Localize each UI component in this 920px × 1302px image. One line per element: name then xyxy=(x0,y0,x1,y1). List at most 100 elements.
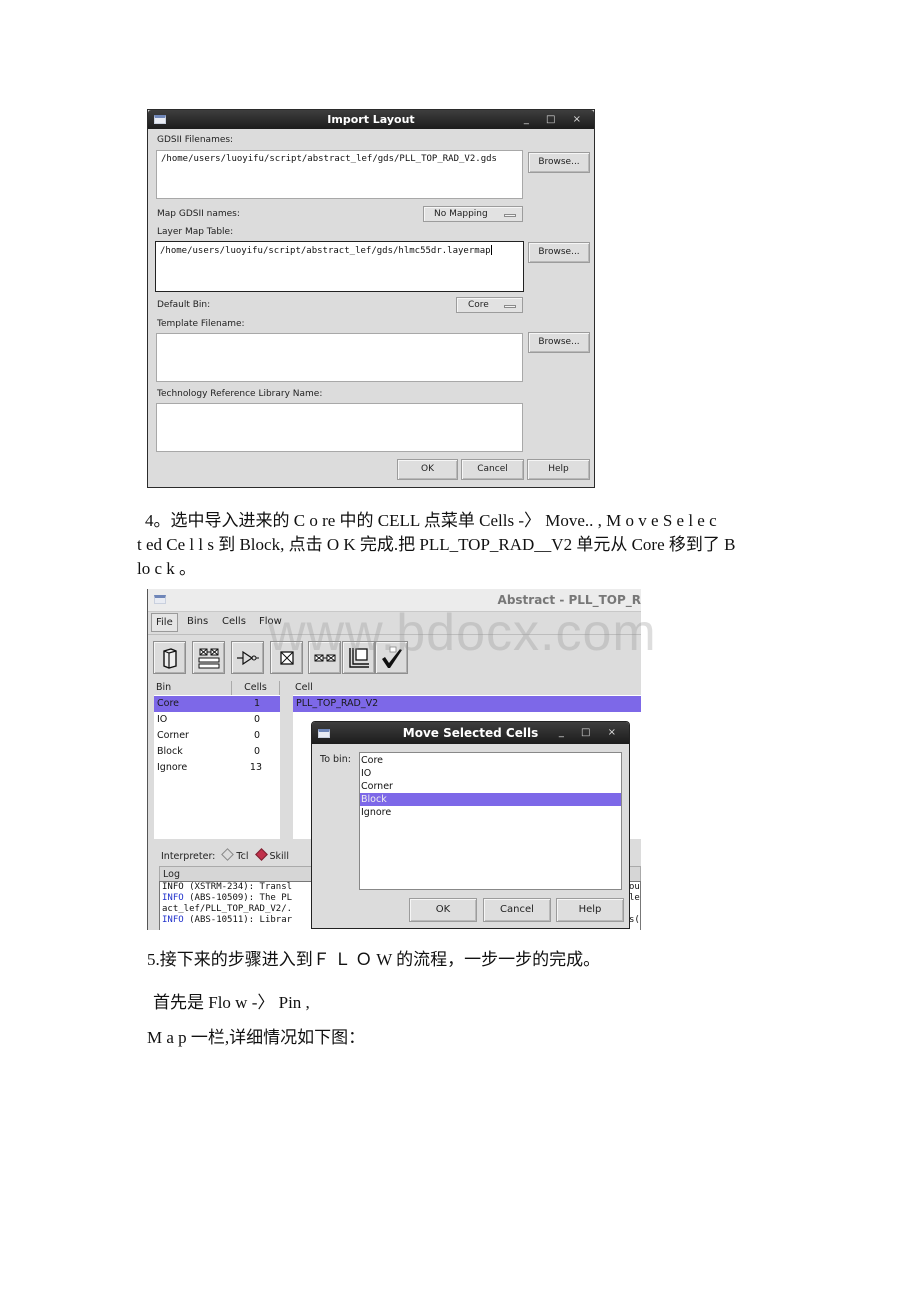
menu-cells[interactable]: Cells xyxy=(222,616,246,627)
cell-name: PLL_TOP_RAD_V2 xyxy=(296,698,379,709)
window-controls-icon[interactable]: _ □ × xyxy=(524,110,588,129)
option-menu-indicator-icon xyxy=(504,305,516,308)
template-filename-field[interactable] xyxy=(156,333,523,382)
bin-name: Corner xyxy=(157,730,189,741)
log-text: act_lef/PLL_TOP_RAD_V2/. xyxy=(162,904,293,914)
log-fragment: le xyxy=(629,893,640,903)
layer-map-table-field[interactable]: /home/users/luoyifu/script/abstract_lef/… xyxy=(155,241,524,292)
to-bin-option[interactable]: Corner xyxy=(360,780,621,793)
layout-icon[interactable] xyxy=(342,641,375,674)
window-menu-icon[interactable] xyxy=(154,115,166,124)
bin-cell-count: 0 xyxy=(253,730,260,741)
layer-map-browse-button[interactable]: Browse... xyxy=(528,242,590,263)
template-filename-label: Template Filename: xyxy=(157,319,245,329)
ok-button[interactable]: OK xyxy=(397,459,458,480)
to-bin-option[interactable]: IO xyxy=(360,767,621,780)
dialog-title: Move Selected Cells xyxy=(402,726,539,740)
window-controls-icon[interactable]: _ □ × xyxy=(559,722,623,744)
log-text: (XSTRM-234): Transl xyxy=(183,882,293,892)
map-line-text: M a p 一栏,详细情况如下图： xyxy=(147,1028,366,1047)
bin-name: Core xyxy=(157,698,179,709)
step4-text-line3: lo c k 。 xyxy=(137,559,197,578)
radio-skill-icon[interactable] xyxy=(254,848,268,861)
layer-map-table-label: Layer Map Table: xyxy=(157,227,234,237)
dialog-title: Import Layout xyxy=(327,113,415,126)
default-bin-label: Default Bin: xyxy=(157,300,211,310)
step4-text-line2: t ed Ce l l s 到 Block, 点击 O K 完成.把 PLL_T… xyxy=(137,535,736,554)
default-bin-select[interactable]: Core xyxy=(456,297,523,313)
bins-table-row[interactable]: Corner 0 xyxy=(154,728,280,744)
text-caret xyxy=(490,245,492,255)
gdsii-filenames-label: GDSII Filenames: xyxy=(157,135,234,145)
buffer-icon[interactable] xyxy=(231,641,264,674)
bin-cell-count: 1 xyxy=(253,698,260,709)
help-button[interactable]: Help xyxy=(527,459,590,480)
abstract-window-title: Abstract - PLL_TOP_R xyxy=(497,593,641,607)
step4-text-line1: 4。选中导入进来的 C o re 中的 CELL 点菜单 Cells -〉 Mo… xyxy=(145,511,717,530)
bin-cell-count: 0 xyxy=(253,714,260,725)
log-fragment: s( xyxy=(629,915,640,925)
interpreter-option-skill[interactable]: Skill xyxy=(270,851,289,862)
cancel-button[interactable]: Cancel xyxy=(483,898,551,922)
bin-cells-icon[interactable] xyxy=(192,641,225,674)
option-menu-indicator-icon xyxy=(504,214,516,217)
bin-cell-count: 13 xyxy=(249,762,262,773)
library-icon[interactable] xyxy=(153,641,186,674)
interpreter-option-tcl[interactable]: Tcl xyxy=(236,851,248,862)
move-selected-cells-dialog: Move Selected Cells _ □ × To bin: Core I… xyxy=(311,721,630,929)
flow-pin-text: 首先是 Flo w -〉 Pin , xyxy=(153,993,310,1012)
to-bin-listbox[interactable]: Core IO Corner Block Ignore xyxy=(359,752,622,890)
map-gdsii-names-label: Map GDSII names: xyxy=(157,209,240,219)
import-layout-titlebar[interactable]: Import Layout _ □ × xyxy=(148,110,594,129)
bins-table-row[interactable]: Core 1 xyxy=(154,696,280,712)
log-text: (ABS-10511): Librar xyxy=(183,915,293,925)
help-button[interactable]: Help xyxy=(556,898,624,922)
bin-name: IO xyxy=(157,714,168,725)
verify-checkmark-icon[interactable] xyxy=(375,641,408,674)
move-cells-titlebar[interactable]: Move Selected Cells _ □ × xyxy=(312,722,629,744)
bins-col-header-bin[interactable]: Bin xyxy=(154,681,232,695)
default-bin-value: Core xyxy=(468,300,489,310)
to-bin-label: To bin: xyxy=(320,754,351,765)
to-bin-option[interactable]: Core xyxy=(360,754,621,767)
log-tag: INFO xyxy=(162,915,184,925)
import-layout-dialog: Import Layout _ □ × GDSII Filenames: /ho… xyxy=(147,109,595,488)
menubar: File Bins Cells Flow xyxy=(148,612,641,635)
gdsii-filename-value: /home/users/luoyifu/script/abstract_lef/… xyxy=(161,154,497,164)
log-tag: INFO xyxy=(162,893,184,903)
tech-ref-lib-label: Technology Reference Library Name: xyxy=(157,389,323,399)
cell-pair-icon[interactable] xyxy=(308,641,341,674)
gdsii-filenames-field[interactable]: /home/users/luoyifu/script/abstract_lef/… xyxy=(156,150,523,199)
cell-box-icon[interactable] xyxy=(270,641,303,674)
map-gdsii-names-select[interactable]: No Mapping xyxy=(423,206,523,222)
interpreter-selector: Interpreter: Tcl Skill xyxy=(161,848,289,862)
ok-button[interactable]: OK xyxy=(409,898,477,922)
radio-tcl-icon[interactable] xyxy=(221,848,235,861)
bins-col-header-cells[interactable]: Cells xyxy=(232,681,280,695)
log-text: (ABS-10509): The PL xyxy=(183,893,293,903)
template-browse-button[interactable]: Browse... xyxy=(528,332,590,353)
cells-table-row[interactable]: PLL_TOP_RAD_V2 xyxy=(293,696,641,712)
menu-flow[interactable]: Flow xyxy=(259,616,282,627)
map-gdsii-names-value: No Mapping xyxy=(434,209,488,219)
window-menu-icon[interactable] xyxy=(318,729,330,738)
abstract-titlebar[interactable]: Abstract - PLL_TOP_R xyxy=(148,589,641,612)
bin-cell-count: 0 xyxy=(253,746,260,757)
bins-table-row[interactable]: IO 0 xyxy=(154,712,280,728)
step5-text: 5.接下来的步骤进入到Ｆ Ｌ Ｏ W 的流程，一步一步的完成。 xyxy=(147,950,601,969)
log-tag: INFO xyxy=(162,882,184,892)
layer-map-table-value: /home/users/luoyifu/script/abstract_lef/… xyxy=(160,246,491,256)
to-bin-option-selected[interactable]: Block xyxy=(360,793,621,806)
menu-bins[interactable]: Bins xyxy=(187,616,208,627)
bins-table-row[interactable]: Block 0 xyxy=(154,744,280,760)
cancel-button[interactable]: Cancel xyxy=(461,459,524,480)
bin-name: Block xyxy=(157,746,183,757)
bins-table-row[interactable]: Ignore 13 xyxy=(154,760,280,776)
cells-col-header-cell[interactable]: Cell xyxy=(293,681,641,695)
bin-name: Ignore xyxy=(157,762,188,773)
tech-ref-lib-field[interactable] xyxy=(156,403,523,452)
window-menu-icon[interactable] xyxy=(154,595,166,604)
to-bin-option[interactable]: Ignore xyxy=(360,806,621,819)
menu-file[interactable]: File xyxy=(151,613,178,632)
gdsii-browse-button[interactable]: Browse... xyxy=(528,152,590,173)
